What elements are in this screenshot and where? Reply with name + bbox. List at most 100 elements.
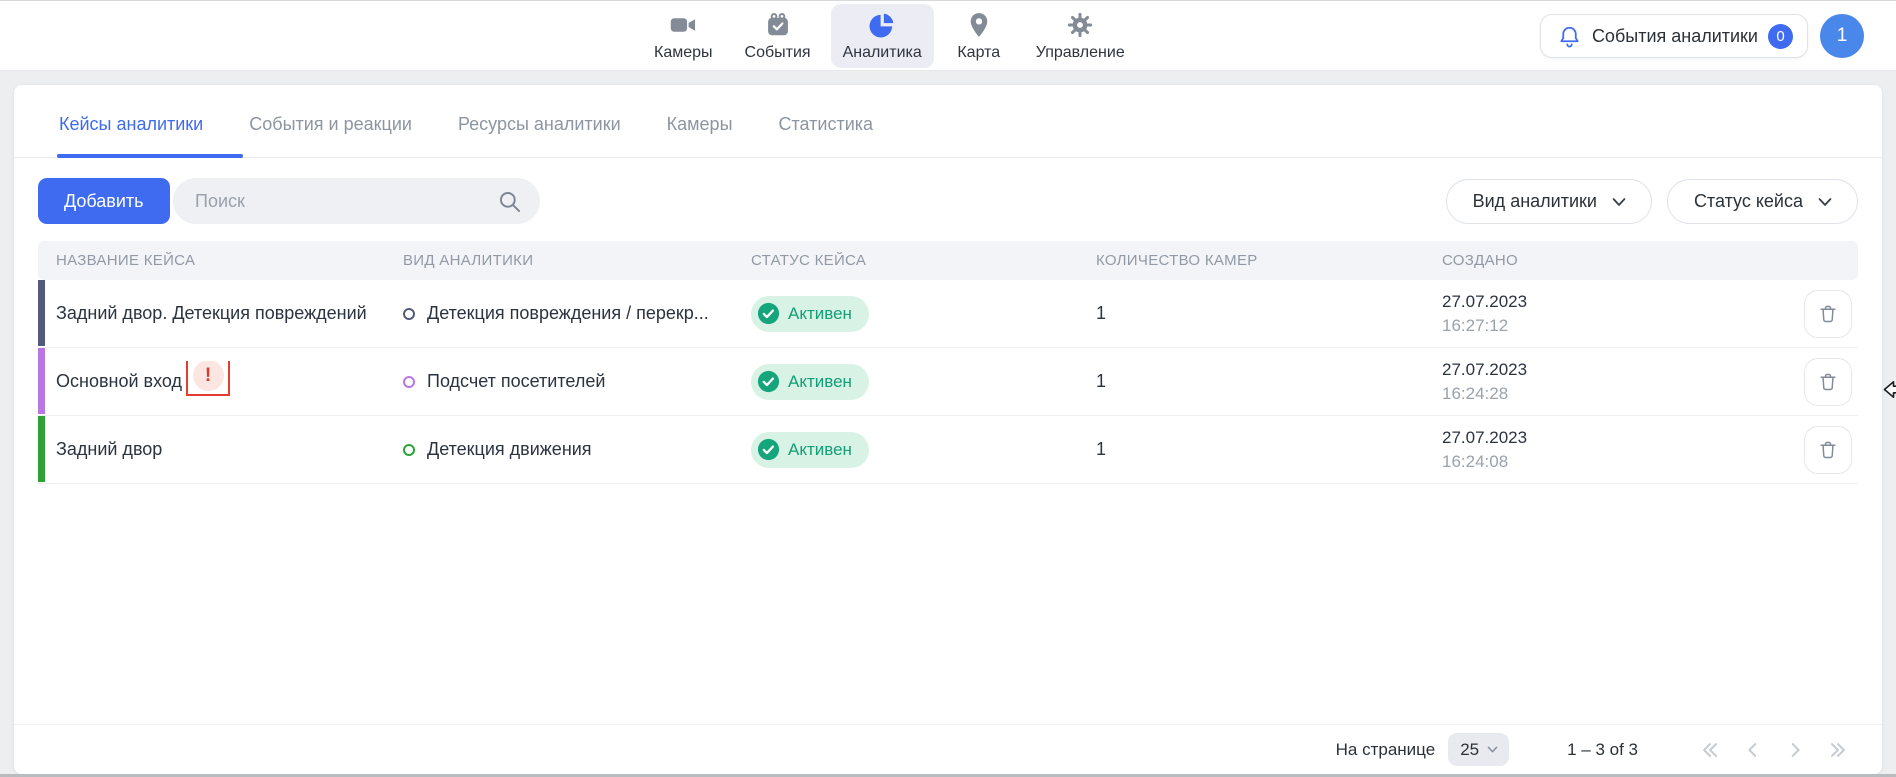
tab-analytics-resources[interactable]: Ресурсы аналитики (456, 114, 623, 157)
header-right-group: События аналитики 0 1 (1540, 1, 1864, 71)
chevron-left-icon (1742, 739, 1764, 761)
created-date: 27.07.2023 (1442, 426, 1790, 449)
column-header-case-name: НАЗВАНИЕ КЕЙСА (38, 252, 385, 269)
table-header-row: НАЗВАНИЕ КЕЙСА ВИД АНАЛИТИКИ СТАТУС КЕЙС… (38, 241, 1858, 280)
chevron-down-icon (1609, 192, 1629, 212)
tab-analytics-cases[interactable]: Кейсы аналитики (57, 114, 205, 157)
trash-icon (1817, 371, 1839, 393)
toolbar: Добавить Вид аналитики Статус кейса (14, 178, 1882, 224)
case-status-cell: Активен (733, 296, 1078, 332)
created-cell: 27.07.2023 16:24:28 (1424, 358, 1790, 405)
created-cell: 27.07.2023 16:24:08 (1424, 426, 1790, 473)
first-page-button[interactable] (1700, 739, 1722, 761)
last-page-button[interactable] (1826, 739, 1848, 761)
pagination-arrows (1700, 739, 1848, 761)
page-range-label: 1 – 3 of 3 (1567, 740, 1638, 760)
bell-icon (1557, 24, 1582, 49)
tab-events-reactions[interactable]: События и реакции (247, 114, 414, 157)
column-header-camera-count: КОЛИЧЕСТВО КАМЕР (1078, 252, 1424, 269)
created-date: 27.07.2023 (1442, 358, 1790, 381)
filter-label: Вид аналитики (1473, 191, 1597, 212)
chevrons-left-icon (1700, 739, 1722, 761)
trash-icon (1817, 303, 1839, 325)
chevron-right-icon (1784, 739, 1806, 761)
created-time: 16:24:28 (1442, 382, 1790, 405)
per-page-select[interactable]: 25 (1448, 733, 1509, 766)
nav-label: Камеры (654, 44, 713, 62)
row-accent-bar (38, 348, 45, 414)
delete-case-button[interactable] (1804, 426, 1852, 474)
content-card: Кейсы аналитики События и реакции Ресурс… (14, 85, 1882, 774)
analytics-type-dot (403, 376, 415, 388)
delete-case-button[interactable] (1804, 358, 1852, 406)
filter-label: Статус кейса (1694, 191, 1803, 212)
tab-cameras[interactable]: Камеры (665, 114, 735, 157)
filter-group: Вид аналитики Статус кейса (1446, 179, 1858, 224)
case-status-cell: Активен (733, 432, 1078, 468)
created-time: 16:24:08 (1442, 450, 1790, 473)
top-header-bar: Камеры События (0, 1, 1896, 71)
case-name: Задний двор (56, 439, 162, 460)
nav-label: Управление (1036, 44, 1125, 62)
column-header-case-status: СТАТУС КЕЙСА (733, 252, 1078, 269)
search-icon[interactable] (497, 189, 522, 214)
notification-count-badge: 0 (1768, 24, 1793, 49)
case-status-cell: Активен (733, 364, 1078, 400)
column-header-created: СОЗДАНО (1424, 252, 1790, 269)
analytics-type-label: Детекция движения (427, 439, 592, 460)
next-page-button[interactable] (1784, 739, 1806, 761)
analytics-tabs: Кейсы аналитики События и реакции Ресурс… (14, 85, 1882, 158)
tab-statistics[interactable]: Статистика (777, 114, 876, 157)
analytics-type-label: Детекция повреждения / перекр... (427, 303, 709, 324)
table-row[interactable]: Основной вход ! Подсчет посетителей Акти… (38, 348, 1858, 416)
analytics-type-dot (403, 444, 415, 456)
table-row[interactable]: Задний двор. Детекция повреждений ! Дете… (38, 280, 1858, 348)
nav-item-analytics[interactable]: Аналитика (831, 4, 934, 68)
check-circle-icon (757, 370, 780, 393)
nav-item-cameras[interactable]: Камеры (642, 4, 725, 68)
search-box (173, 178, 540, 224)
case-name-cell: Основной вход ! (38, 361, 385, 402)
status-badge: Активен (751, 296, 869, 332)
analytics-type-filter[interactable]: Вид аналитики (1446, 179, 1652, 224)
case-name: Задний двор. Детекция повреждений (56, 303, 367, 324)
status-badge: Активен (751, 432, 869, 468)
camera-count-cell: 1 (1078, 371, 1424, 392)
table-row[interactable]: Задний двор ! Детекция движения Активен … (38, 416, 1858, 484)
per-page-value: 25 (1460, 740, 1479, 760)
case-name-cell: Задний двор ! (38, 439, 385, 460)
status-label: Активен (788, 440, 852, 460)
pie-chart-icon (868, 11, 896, 39)
alert-indicator: ! (186, 361, 230, 396)
search-input[interactable] (195, 191, 497, 212)
nav-label: Карта (957, 44, 1000, 62)
case-status-filter[interactable]: Статус кейса (1667, 179, 1858, 224)
camera-count-cell: 1 (1078, 439, 1424, 460)
status-label: Активен (788, 304, 852, 324)
analytics-type-cell: Детекция повреждения / перекр... (385, 303, 733, 324)
video-camera-icon (669, 11, 697, 39)
column-header-analytics-type: ВИД АНАЛИТИКИ (385, 252, 733, 269)
nav-item-map[interactable]: Карта (942, 4, 1016, 68)
analytics-type-label: Подсчет посетителей (427, 371, 605, 392)
analytics-events-label: События аналитики (1592, 26, 1758, 47)
nav-label: Аналитика (843, 44, 922, 62)
previous-page-button[interactable] (1742, 739, 1764, 761)
exclamation-icon: ! (193, 361, 224, 391)
created-cell: 27.07.2023 16:27:12 (1424, 290, 1790, 337)
row-accent-bar (38, 416, 45, 482)
delete-case-button[interactable] (1804, 290, 1852, 338)
chevrons-right-icon (1826, 739, 1848, 761)
user-avatar[interactable]: 1 (1820, 14, 1864, 58)
add-button[interactable]: Добавить (38, 178, 170, 224)
nav-item-events[interactable]: События (733, 4, 823, 68)
cases-table: НАЗВАНИЕ КЕЙСА ВИД АНАЛИТИКИ СТАТУС КЕЙС… (38, 241, 1858, 484)
created-time: 16:27:12 (1442, 314, 1790, 337)
analytics-events-button[interactable]: События аналитики 0 (1540, 14, 1808, 58)
pagination-bar: На странице 25 1 – 3 of 3 (14, 724, 1882, 774)
chevron-down-icon (1815, 192, 1835, 212)
camera-count-cell: 1 (1078, 303, 1424, 324)
analytics-type-dot (403, 308, 415, 320)
analytics-type-cell: Подсчет посетителей (385, 371, 733, 392)
nav-item-management[interactable]: Управление (1024, 4, 1137, 68)
